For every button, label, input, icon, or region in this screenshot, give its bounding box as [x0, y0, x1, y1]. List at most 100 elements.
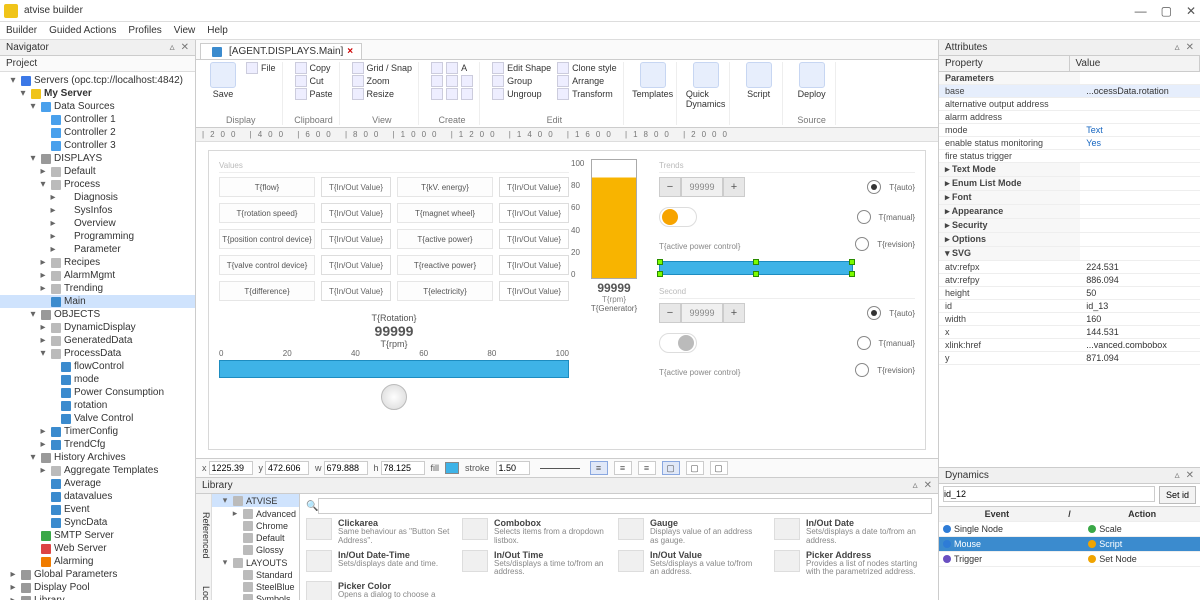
- save-button[interactable]: Save: [204, 62, 242, 99]
- attr-dock-icon[interactable]: ▵: [1175, 42, 1180, 53]
- gallery-item[interactable]: ClickareaSame behaviour as "Button Set A…: [306, 518, 450, 546]
- inout-value[interactable]: T{In/Out Value}: [321, 177, 391, 197]
- attr-row[interactable]: atv:refpx224.531: [939, 261, 1200, 274]
- tree-item[interactable]: ▾My Server: [0, 87, 195, 100]
- dyn-dock-icon[interactable]: ▵: [1175, 470, 1180, 481]
- attr-row[interactable]: Parameters: [939, 72, 1200, 85]
- tree-item[interactable]: ▸Global Parameters: [0, 568, 195, 581]
- inout-value[interactable]: T{In/Out Value}: [499, 203, 569, 223]
- menu-profiles[interactable]: Profiles: [128, 25, 161, 36]
- dynamics-setid-button[interactable]: Set id: [1159, 486, 1196, 504]
- group-button[interactable]: Group: [490, 75, 553, 87]
- attr-row[interactable]: base...ocessData.rotation: [939, 85, 1200, 98]
- gauge-vertical[interactable]: [591, 159, 637, 279]
- ungroup-button[interactable]: Ungroup: [490, 88, 553, 100]
- library-tree[interactable]: ▾ATVISE▸AdvancedChromeDefaultGlossy▾LAYO…: [212, 494, 299, 600]
- tree-item[interactable]: ▸TrendCfg: [0, 438, 195, 451]
- attr-row[interactable]: ▸ Options: [939, 233, 1200, 247]
- tree-item[interactable]: ▸SysInfos: [0, 204, 195, 217]
- inout-value[interactable]: T{In/Out Value}: [499, 281, 569, 301]
- inout-value[interactable]: T{In/Out Value}: [321, 203, 391, 223]
- tree-item[interactable]: Controller 3: [0, 139, 195, 152]
- stepper[interactable]: − 99999 +: [659, 177, 745, 197]
- label-box[interactable]: T{magnet wheel}: [397, 203, 493, 223]
- tree-item[interactable]: ▾OBJECTS: [0, 308, 195, 321]
- library-tab-local[interactable]: Local: [196, 586, 211, 600]
- tree-item[interactable]: Event: [0, 503, 195, 516]
- radio-auto[interactable]: [867, 180, 881, 194]
- arrange-button[interactable]: Arrange: [555, 75, 619, 87]
- lib-tree-item[interactable]: ▸Advanced: [212, 507, 299, 520]
- tree-item[interactable]: ▸Programming: [0, 230, 195, 243]
- stepper-plus[interactable]: +: [723, 177, 745, 197]
- tree-item[interactable]: ▸AlarmMgmt: [0, 269, 195, 282]
- tree-item[interactable]: ▾DISPLAYS: [0, 152, 195, 165]
- inout-value[interactable]: T{In/Out Value}: [321, 255, 391, 275]
- lib-tree-item[interactable]: Standard: [212, 569, 299, 581]
- attr-row[interactable]: modeText: [939, 124, 1200, 137]
- attr-row[interactable]: height50: [939, 287, 1200, 300]
- panel-dock-icon[interactable]: ▵: [170, 42, 175, 53]
- lib-close-icon[interactable]: ✕: [924, 480, 932, 491]
- tree-item[interactable]: ▸Recipes: [0, 256, 195, 269]
- radio2-revision[interactable]: [855, 363, 869, 377]
- tree-item[interactable]: ▸Diagnosis: [0, 191, 195, 204]
- design-surface[interactable]: Values T{flow} T{In/Out Value} T{kV. ene…: [208, 150, 926, 450]
- library-search-input[interactable]: [318, 498, 932, 514]
- selected-bar[interactable]: [659, 261, 853, 275]
- menu-guided[interactable]: Guided Actions: [49, 25, 116, 36]
- tree-item[interactable]: Controller 2: [0, 126, 195, 139]
- deploy-button[interactable]: Deploy: [793, 62, 831, 99]
- close-icon[interactable]: ✕: [1186, 4, 1196, 18]
- radio2-manual[interactable]: [857, 336, 871, 350]
- label-box[interactable]: T{kV. energy}: [397, 177, 493, 197]
- lib-tree-item[interactable]: Symbols: [212, 593, 299, 600]
- attr-row[interactable]: idid_13: [939, 300, 1200, 313]
- attr-row[interactable]: fire status trigger: [939, 150, 1200, 163]
- tree-item[interactable]: SyncData: [0, 516, 195, 529]
- attr-row[interactable]: x144.531: [939, 326, 1200, 339]
- lib-dock-icon[interactable]: ▵: [913, 480, 918, 491]
- tree-item[interactable]: mode: [0, 373, 195, 386]
- lib-tree-item[interactable]: Chrome: [212, 520, 299, 532]
- stepper-minus[interactable]: −: [659, 177, 681, 197]
- tab-close-icon[interactable]: ×: [347, 46, 353, 57]
- attr-row[interactable]: alternative output address: [939, 98, 1200, 111]
- paste-button[interactable]: Paste: [293, 88, 335, 100]
- tree-item[interactable]: ▸Display Pool: [0, 581, 195, 594]
- tree-item[interactable]: ▸Overview: [0, 217, 195, 230]
- tree-item[interactable]: Web Server: [0, 542, 195, 555]
- canvas-area[interactable]: |200 |400 |600 |800 |1000 |1200 |1400 |1…: [196, 128, 938, 600]
- dynamics-row[interactable]: MouseScript: [939, 537, 1200, 552]
- document-tab-main[interactable]: [AGENT.DISPLAYS.Main] ×: [200, 43, 362, 59]
- stepper-2[interactable]: − 99999 +: [659, 303, 745, 323]
- attr-row[interactable]: ▾ SVG: [939, 247, 1200, 261]
- gallery-item[interactable]: ComboboxSelects items from a dropdown li…: [462, 518, 606, 546]
- attr-close-icon[interactable]: ✕: [1186, 42, 1194, 53]
- tree-item[interactable]: flowControl: [0, 360, 195, 373]
- attr-row[interactable]: ▸ Font: [939, 191, 1200, 205]
- navigator-tab-project[interactable]: Project: [0, 56, 195, 72]
- panel-close-icon[interactable]: ✕: [181, 42, 189, 53]
- file-button[interactable]: File: [244, 62, 278, 74]
- rotation-knob[interactable]: [381, 384, 407, 410]
- valign-bot-icon[interactable]: ▢: [710, 461, 728, 475]
- shape-tool3[interactable]: [429, 88, 475, 100]
- transform-button[interactable]: Transform: [555, 88, 619, 100]
- tree-item[interactable]: SMTP Server: [0, 529, 195, 542]
- tree-item[interactable]: ▸Default: [0, 165, 195, 178]
- fill-swatch[interactable]: [445, 462, 459, 474]
- tree-item[interactable]: Alarming: [0, 555, 195, 568]
- lib-tree-item[interactable]: SteelBlue: [212, 581, 299, 593]
- tree-item[interactable]: ▸Parameter: [0, 243, 195, 256]
- stroke-width[interactable]: [496, 461, 530, 475]
- toggle-control-2[interactable]: [659, 333, 697, 353]
- inout-value[interactable]: T{In/Out Value}: [499, 177, 569, 197]
- valign-mid-icon[interactable]: ▢: [686, 461, 704, 475]
- tree-item[interactable]: ▾Servers (opc.tcp://localhost:4842): [0, 74, 195, 87]
- copy-button[interactable]: Copy: [293, 62, 335, 74]
- minimize-icon[interactable]: —: [1135, 4, 1147, 18]
- lib-tree-item[interactable]: ▾LAYOUTS: [212, 556, 299, 569]
- label-box[interactable]: T{position control device}: [219, 229, 315, 249]
- inout-value[interactable]: T{In/Out Value}: [321, 281, 391, 301]
